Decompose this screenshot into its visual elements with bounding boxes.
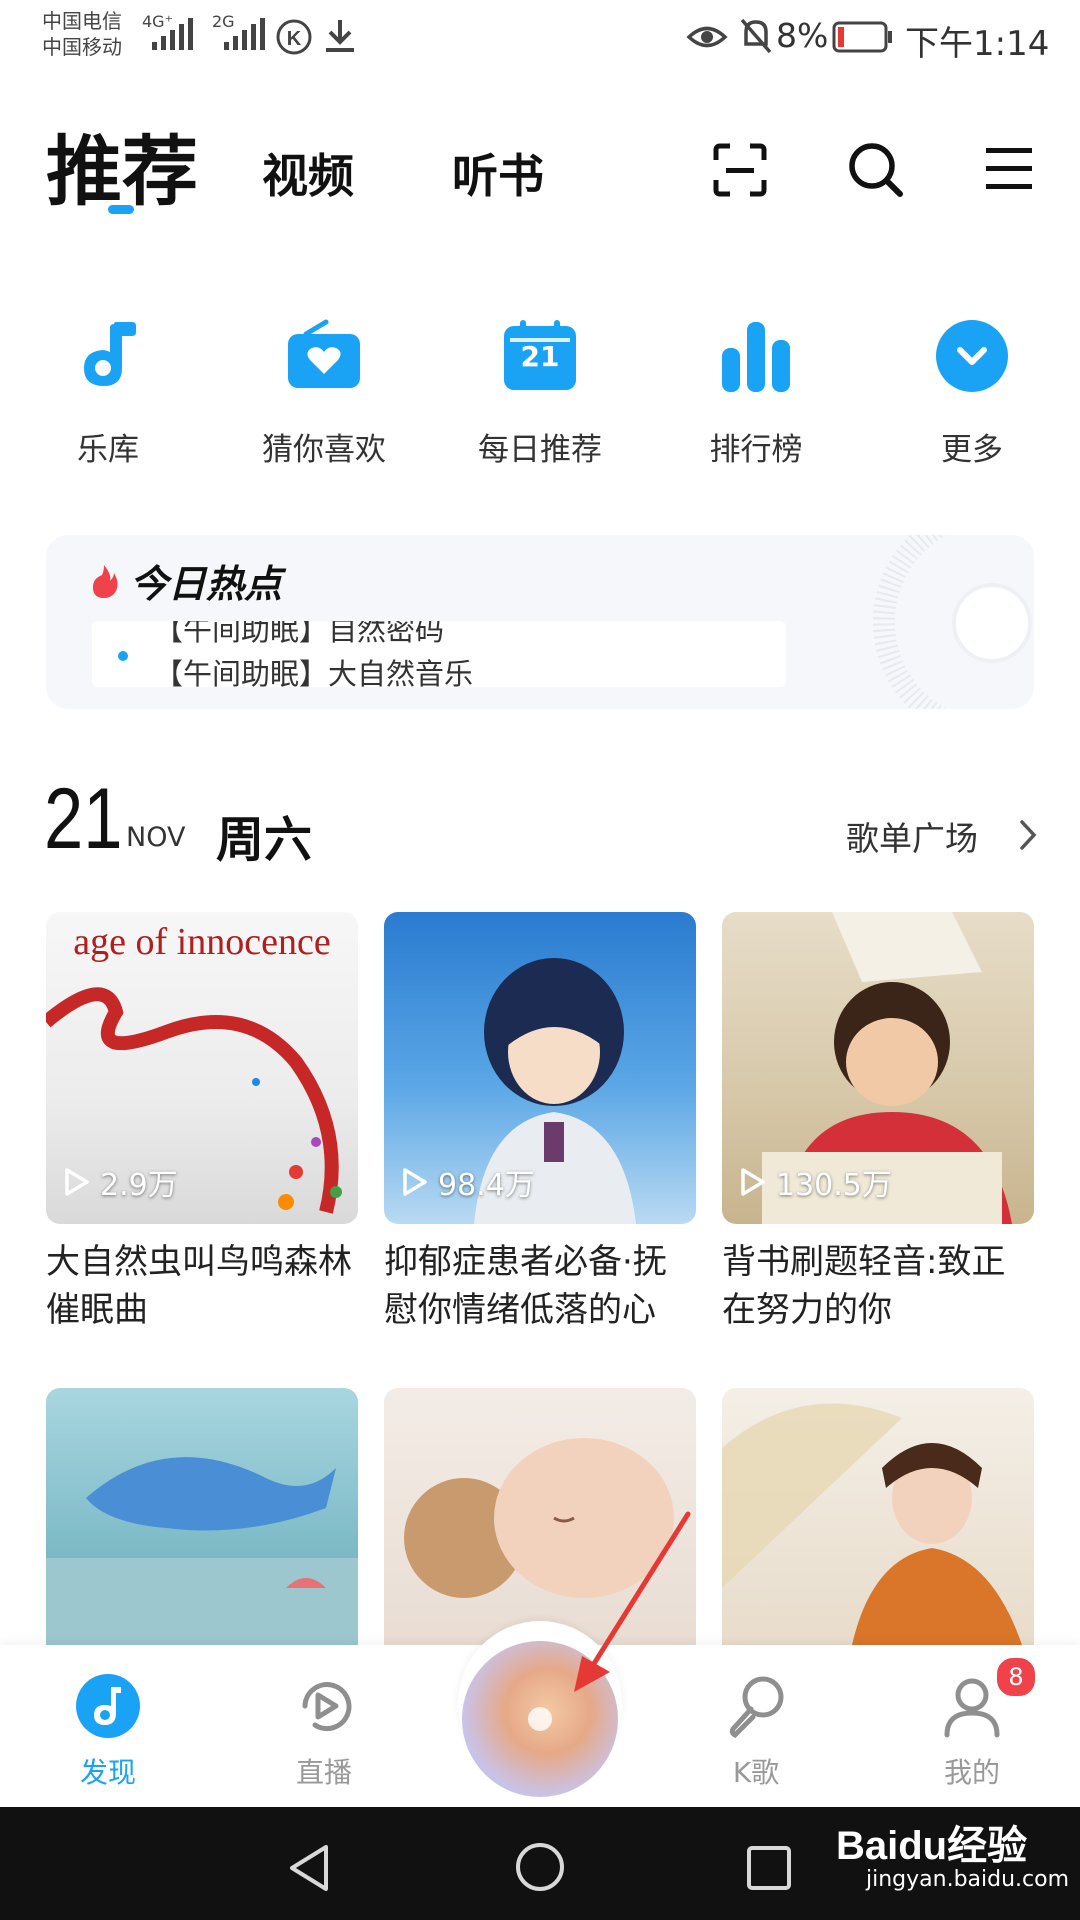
- tab-audiobook-label: 听书: [452, 149, 544, 203]
- playlist-cover-hanfu[interactable]: [722, 1388, 1034, 1645]
- live-play-icon: [302, 1682, 352, 1732]
- date-weekday: 周六: [216, 812, 313, 868]
- quick-nav-charts[interactable]: 排行榜: [676, 318, 836, 469]
- play-count: 130.5万: [740, 1160, 892, 1204]
- watermark-brand: Baidu经验: [836, 1824, 1028, 1868]
- playlist-cover: 98.4万: [384, 912, 696, 1224]
- scan-icon[interactable]: [712, 142, 768, 198]
- nav-discover-label: 发现: [79, 1756, 136, 1789]
- tab-recommend[interactable]: 推荐: [46, 110, 198, 220]
- playlist-square-link[interactable]: 歌单广场: [846, 812, 978, 860]
- active-tab-indicator: [108, 205, 134, 214]
- date-day: 21: [44, 771, 123, 867]
- back-icon[interactable]: [286, 1843, 332, 1893]
- quick-nav-library-label: 乐库: [77, 432, 139, 468]
- quick-nav-guess-you-like[interactable]: 猜你喜欢: [244, 318, 404, 469]
- playlist-title: 背书刷题轻音:致正在努力的你: [722, 1242, 1006, 1330]
- play-icon: [403, 1168, 427, 1196]
- nav-live-label: 直播: [295, 1756, 352, 1789]
- hot-line-1: 【午间助眠】自然密码: [154, 621, 445, 647]
- nav-mine[interactable]: 我的 8: [902, 1655, 1042, 1791]
- play-count: 2.9万: [64, 1160, 178, 1204]
- playlist-cover-whale[interactable]: [46, 1388, 358, 1645]
- calendar-day: 21: [520, 340, 560, 373]
- tab-video-label: 视频: [262, 149, 354, 203]
- quick-nav-daily[interactable]: 21 每日推荐: [460, 318, 620, 469]
- play-count: 98.4万: [402, 1160, 535, 1204]
- karaoke-mic-icon: [729, 1676, 784, 1739]
- play-count-value: 2.9万: [100, 1168, 178, 1203]
- system-nav-bar: Baidu经验 jingyan.baidu.com: [0, 1807, 1080, 1920]
- carrier-2: 中国移动: [42, 35, 122, 59]
- hot-dial-decoration: [873, 535, 1032, 709]
- ticker-dot: [118, 651, 128, 661]
- play-icon: [65, 1168, 89, 1196]
- signal-icon: [152, 18, 193, 50]
- home-icon[interactable]: [514, 1841, 566, 1893]
- battery-icon: [832, 21, 892, 53]
- eye-icon: [686, 26, 728, 48]
- quick-nav-charts-label: 排行榜: [709, 432, 803, 468]
- nav-karaoke-label: K歌: [732, 1756, 780, 1789]
- bottom-nav: 发现 直播 K歌 我的 8: [0, 1621, 1080, 1807]
- tab-video[interactable]: 视频: [262, 140, 354, 206]
- hot-today-card[interactable]: 今日热点 【午间助眠】自然密码 【午间助眠】大自然音乐: [46, 535, 1034, 709]
- chevron-right-icon[interactable]: [1018, 818, 1038, 852]
- search-icon[interactable]: [846, 140, 904, 198]
- hot-ticker: 【午间助眠】自然密码 【午间助眠】大自然音乐: [92, 621, 786, 687]
- hot-line-2: 【午间助眠】大自然音乐: [154, 657, 474, 687]
- music-note-icon: [84, 322, 136, 386]
- carrier-labels: 中国电信 中国移动: [42, 8, 122, 60]
- playlist-square-label: 歌单广场: [846, 819, 978, 858]
- tab-recommend-label: 推荐: [46, 127, 198, 216]
- playlist-title: 抑郁症患者必备·抚慰你情绪低落的心: [384, 1242, 667, 1330]
- nav-karaoke[interactable]: K歌: [686, 1673, 826, 1791]
- playlist-card[interactable]: age of innocence 2.9万 大自然虫叫鸟鸣森林催眠曲: [46, 912, 358, 1334]
- fire-icon: [92, 565, 118, 598]
- quick-nav-guess-label: 猜你喜欢: [262, 432, 386, 468]
- watermark-url: jingyan.baidu.com: [866, 1867, 1070, 1892]
- annotation-arrow: [574, 1511, 691, 1692]
- clock: 下午1:14: [905, 24, 1050, 64]
- hanfu-girl-art: [722, 1403, 1022, 1645]
- playlist-cover: 130.5万: [722, 912, 1034, 1224]
- carrier-1: 中国电信: [42, 9, 122, 33]
- discover-icon: [76, 1674, 140, 1738]
- play-icon: [741, 1168, 765, 1196]
- svg-text:K: K: [287, 28, 302, 50]
- mute-bell-icon: [740, 18, 772, 54]
- status-bar: 中国电信 中国移动 4G⁺ 2G K 8% 下午1:14: [0, 0, 1080, 80]
- quick-nav-more[interactable]: 更多: [892, 318, 1052, 469]
- hot-title: 今日热点: [130, 562, 283, 606]
- nav-discover[interactable]: 发现: [38, 1673, 178, 1791]
- battery-percent: 8%: [776, 16, 829, 55]
- quick-nav-library[interactable]: 乐库: [28, 318, 188, 469]
- quick-nav-daily-label: 每日推荐: [478, 432, 602, 468]
- play-count-value: 98.4万: [438, 1168, 535, 1203]
- playlist-cover: age of innocence 2.9万: [46, 912, 358, 1224]
- date-month: NOV: [126, 822, 186, 853]
- playlist-card[interactable]: 130.5万 背书刷题轻音:致正在努力的你: [722, 912, 1034, 1334]
- disc-hole: [528, 1707, 552, 1731]
- signal-icon-2: [224, 18, 265, 50]
- playlist-title: 大自然虫叫鸟鸣森林催眠曲: [46, 1242, 352, 1330]
- notification-badge: 8: [994, 1655, 1038, 1699]
- download-icon: [326, 20, 354, 52]
- radio-heart-icon: [288, 319, 360, 388]
- play-count-value: 130.5万: [776, 1168, 892, 1203]
- playlist-card[interactable]: 98.4万 抑郁症患者必备·抚慰你情绪低落的心: [384, 912, 696, 1334]
- chart-bars-icon: [722, 322, 790, 392]
- k-circle-icon: K: [276, 19, 312, 55]
- tab-audiobook[interactable]: 听书: [452, 140, 544, 206]
- nav-mine-label: 我的: [943, 1756, 1000, 1789]
- nav-live[interactable]: 直播: [254, 1673, 394, 1791]
- quick-nav-more-label: 更多: [941, 432, 1003, 468]
- menu-icon[interactable]: [986, 146, 1032, 192]
- recents-icon[interactable]: [746, 1845, 792, 1891]
- whale-art: [46, 1457, 358, 1645]
- chevron-down-icon: [936, 320, 1008, 392]
